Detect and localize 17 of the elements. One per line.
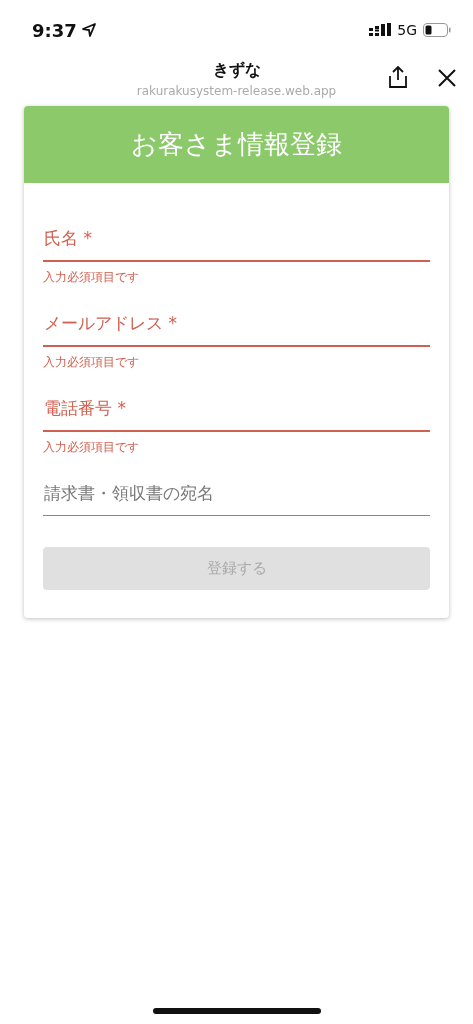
share-icon[interactable] [388,66,408,88]
clock-time: 9:37 [32,19,77,41]
form-title: お客さま情報登録 [131,128,342,161]
signal-icon [369,23,392,37]
page-title: きずな [212,60,261,81]
close-icon[interactable] [437,68,457,88]
network-label: 5G [397,22,417,38]
battery-icon [423,23,451,37]
input-field[interactable]: 電話番号 * [43,393,430,432]
input-field[interactable]: 請求書・領収書の宛名 [43,478,430,516]
page-url: rakurakusystem-release.web.app [136,84,337,98]
location-arrow-icon [81,23,96,37]
error-message: 入力必須項目です [43,269,140,286]
error-message: 入力必須項目です [43,354,140,371]
input-field[interactable]: 氏名 * [43,223,430,262]
input-field[interactable]: メールアドレス * [43,308,430,347]
error-message: 入力必須項目です [43,439,140,456]
